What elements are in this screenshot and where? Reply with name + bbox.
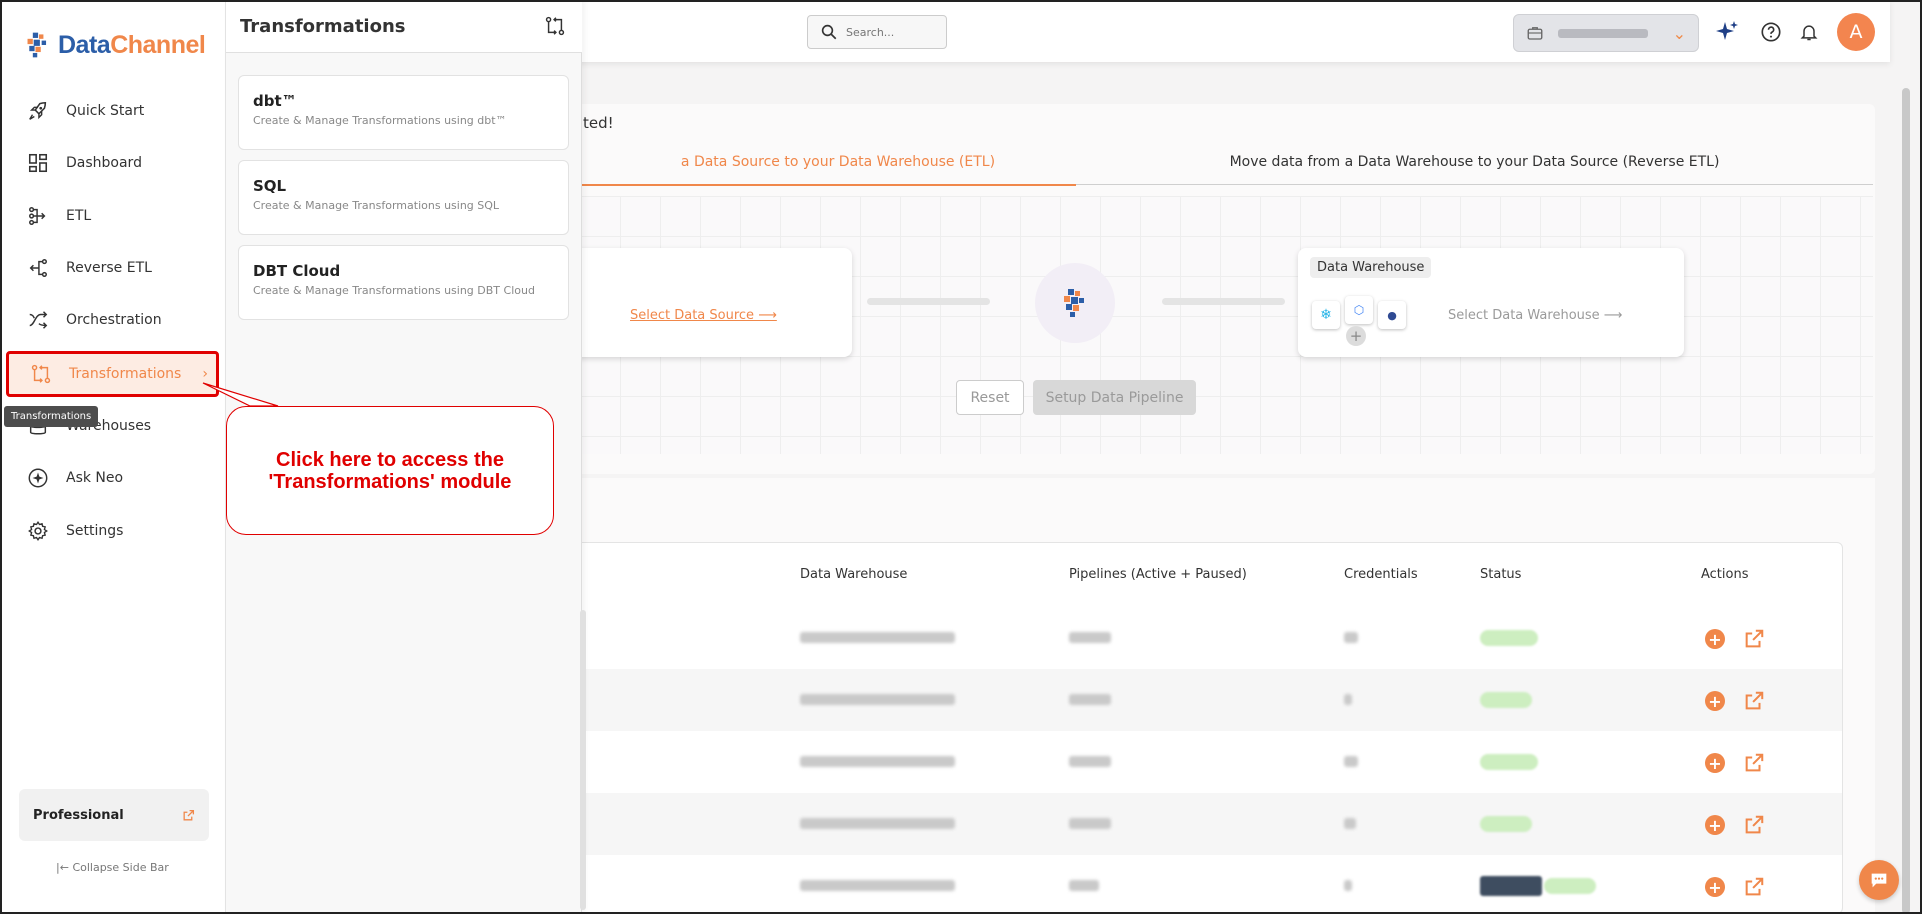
page-scrollbar[interactable] (1902, 88, 1910, 914)
flyout-scrollbar[interactable] (580, 610, 586, 910)
workspace-selector[interactable]: ⌄ (1513, 14, 1699, 52)
column-header-credentials: Credentials (1344, 567, 1418, 582)
add-pipeline-icon[interactable]: + (1705, 877, 1725, 897)
redacted-cell (1344, 880, 1352, 891)
redacted-cell (1069, 818, 1111, 829)
table-row: + (561, 855, 1842, 913)
column-header-status: Status (1480, 567, 1522, 582)
search-input[interactable] (846, 25, 936, 39)
search-icon (821, 24, 837, 40)
tab-etl[interactable]: a Data Source to your Data Warehouse (ET… (580, 152, 1076, 186)
data-warehouse-tag: Data Warehouse (1310, 257, 1432, 278)
user-avatar[interactable]: A (1837, 13, 1875, 51)
redacted-cell (1069, 694, 1111, 705)
search-box[interactable] (807, 15, 947, 49)
select-data-source-link[interactable]: Select Data Source ⟶ (630, 308, 777, 323)
redacted-cell (1344, 632, 1358, 643)
callout-text: Click here to access the 'Transformations… (269, 449, 512, 493)
add-pipeline-icon[interactable]: + (1705, 629, 1725, 649)
redacted-cell (800, 880, 955, 891)
gear-icon (26, 519, 50, 543)
redacted-cell (1069, 632, 1111, 643)
open-external-icon[interactable] (1743, 876, 1765, 898)
table-row: + (561, 607, 1842, 669)
redacted-cell (800, 632, 955, 643)
setup-pipeline-button[interactable]: Setup Data Pipeline (1033, 380, 1196, 415)
table-row: + (561, 731, 1842, 793)
status-badge (1480, 816, 1532, 832)
data-warehouse-card[interactable]: Data Warehouse ❄ ⬡ ● + Select Data Wareh… (1298, 248, 1684, 357)
add-pipeline-icon[interactable]: + (1705, 815, 1725, 835)
briefcase-icon (1527, 27, 1543, 40)
redacted-cell (1344, 756, 1358, 767)
tab-reverse-etl[interactable]: Move data from a Data Warehouse to your … (1076, 152, 1873, 186)
callout-line-1: Click here to access the (276, 448, 504, 471)
warehouses-table: Data Warehouse Pipelines (Active + Pause… (560, 542, 1843, 914)
add-pipeline-icon[interactable]: + (1705, 691, 1725, 711)
instruction-callout: Click here to access the 'Transformations… (226, 406, 554, 535)
redshift-icon: ● (1378, 301, 1406, 329)
select-data-warehouse-link[interactable]: Select Data Warehouse ⟶ (1448, 308, 1622, 323)
status-badge (1480, 630, 1538, 646)
collapse-label: Collapse Side Bar (72, 861, 169, 874)
redacted-cell (1344, 694, 1352, 705)
status-badge (1544, 878, 1596, 894)
status-badge (1480, 754, 1538, 770)
bell-icon[interactable] (1797, 20, 1821, 44)
connector-line (1162, 298, 1285, 305)
callout-line-2: 'Transformations' module (268, 470, 512, 493)
status-badge (1480, 692, 1532, 708)
bigquery-icon: ⬡ (1345, 296, 1373, 324)
add-warehouse-icon[interactable]: + (1346, 326, 1366, 346)
sidebar-tooltip: Transformations (4, 406, 99, 427)
chevron-down-icon: ⌄ (1672, 23, 1686, 43)
welcome-text: ted! (583, 114, 614, 132)
workspace-name-redacted (1558, 28, 1648, 38)
add-pipeline-icon[interactable]: + (1705, 753, 1725, 773)
redacted-cell (800, 818, 955, 829)
open-external-icon[interactable] (1743, 628, 1765, 650)
open-external-icon[interactable] (1743, 814, 1765, 836)
open-external-icon[interactable] (1743, 690, 1765, 712)
data-source-card[interactable] (560, 248, 852, 357)
reset-button[interactable]: Reset (956, 380, 1024, 415)
sidebar-item-settings[interactable]: Settings (6, 509, 218, 553)
column-header-warehouse: Data Warehouse (800, 567, 908, 582)
collapse-arrow-icon: |← (56, 861, 69, 874)
plan-badge[interactable]: Professional (19, 789, 209, 841)
datachannel-hub-icon (1035, 263, 1115, 343)
redacted-cell (1069, 880, 1099, 891)
table-row: + (561, 669, 1842, 731)
collapse-sidebar-button[interactable]: |← Collapse Side Bar (56, 861, 169, 874)
column-header-pipelines: Pipelines (Active + Paused) (1069, 567, 1247, 582)
redacted-cell (800, 756, 955, 767)
sparkle-icon (26, 466, 50, 490)
plan-name: Professional (33, 807, 124, 823)
column-header-actions: Actions (1701, 567, 1749, 582)
chat-button[interactable] (1859, 860, 1899, 900)
open-external-icon[interactable] (1743, 752, 1765, 774)
redacted-cell (800, 694, 955, 705)
connector-line (867, 298, 990, 305)
help-icon[interactable] (1759, 20, 1783, 44)
redacted-cell (1069, 756, 1111, 767)
snowflake-icon: ❄ (1312, 301, 1340, 329)
chat-icon (1871, 873, 1887, 888)
table-row: + (561, 793, 1842, 855)
redacted-cell (1344, 818, 1356, 829)
sidebar-item-label: Ask Neo (66, 470, 124, 486)
callout-pointer (202, 382, 279, 407)
redacted-cell (1480, 876, 1542, 896)
ai-sparkle-icon[interactable] (1715, 20, 1739, 44)
external-link-icon (183, 809, 195, 820)
sidebar-item-label: Settings (66, 523, 124, 539)
sidebar-item-ask-neo[interactable]: Ask Neo (6, 456, 218, 500)
